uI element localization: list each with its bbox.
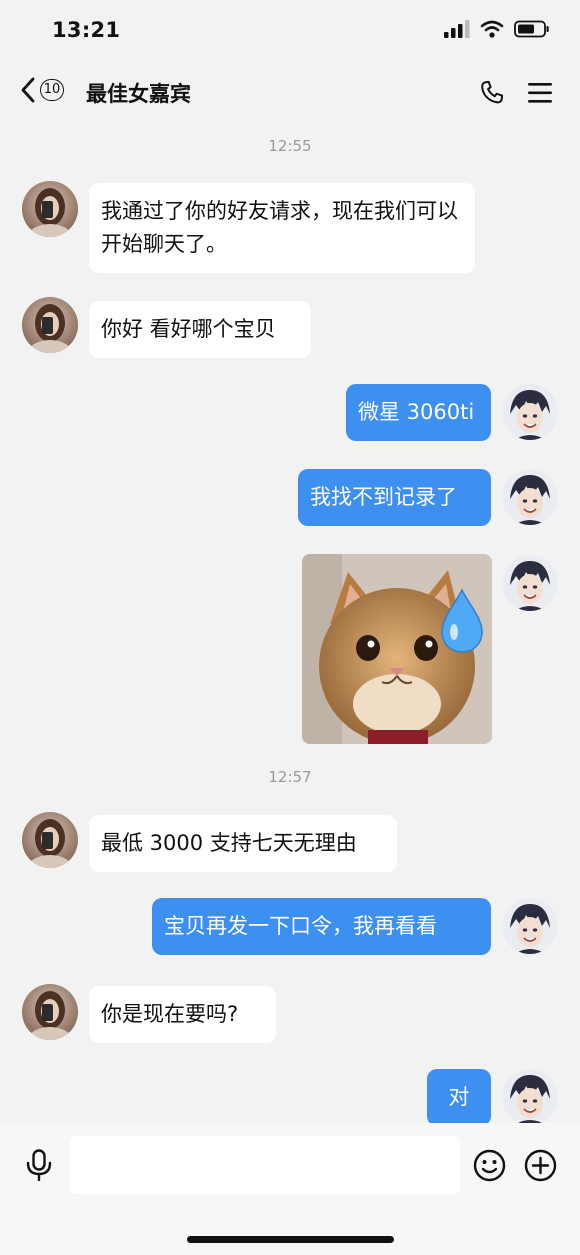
timestamp: 12:57 [268,768,312,786]
chat-title: 最佳女嘉宾 [86,82,191,106]
user-avatar[interactable] [502,555,558,611]
back-button[interactable]: 10 [20,76,64,104]
contact-avatar[interactable] [22,181,78,237]
emoji-icon[interactable] [473,1149,506,1182]
user-avatar[interactable] [502,469,558,525]
message-bubble-incoming[interactable]: 我通过了你的好友请求，现在我们可以开始聊天了。 [89,183,475,273]
microphone-icon[interactable] [25,1149,53,1181]
plus-icon[interactable] [524,1149,557,1182]
signal-icon [444,20,470,38]
user-avatar[interactable] [502,384,558,440]
message-image-cat-sticker[interactable] [302,554,492,744]
message-input[interactable] [70,1136,460,1194]
unread-count-badge: 10 [40,79,64,101]
back-arrow-icon [21,77,35,103]
input-bar [0,1123,580,1255]
menu-icon[interactable] [527,81,553,105]
contact-avatar[interactable] [22,812,78,868]
status-bar: 13:21 [0,0,580,62]
message-bubble-outgoing[interactable]: 宝贝再发一下口令，我再看看 [152,898,491,955]
contact-avatar[interactable] [22,984,78,1040]
phone-icon[interactable] [478,79,506,107]
wifi-icon [480,20,504,38]
user-avatar[interactable] [502,1069,558,1125]
chat-header: 10 最佳女嘉宾 [0,62,580,124]
status-icons [444,20,550,38]
home-indicator [187,1236,394,1243]
message-bubble-incoming[interactable]: 最低 3000 支持七天无理由 [89,815,397,872]
message-bubble-outgoing[interactable]: 对 [427,1069,491,1126]
status-time: 13:21 [52,18,121,42]
timestamp: 12:55 [268,137,312,155]
message-bubble-outgoing[interactable]: 微星 3060ti [346,384,491,441]
user-avatar[interactable] [502,898,558,954]
message-bubble-incoming[interactable]: 你是现在要吗? [89,986,276,1043]
water-drop-icon [441,588,483,653]
contact-avatar[interactable] [22,297,78,353]
message-bubble-outgoing[interactable]: 我找不到记录了 [298,469,491,526]
message-bubble-incoming[interactable]: 你好 看好哪个宝贝 [89,301,311,358]
battery-icon [514,20,549,38]
